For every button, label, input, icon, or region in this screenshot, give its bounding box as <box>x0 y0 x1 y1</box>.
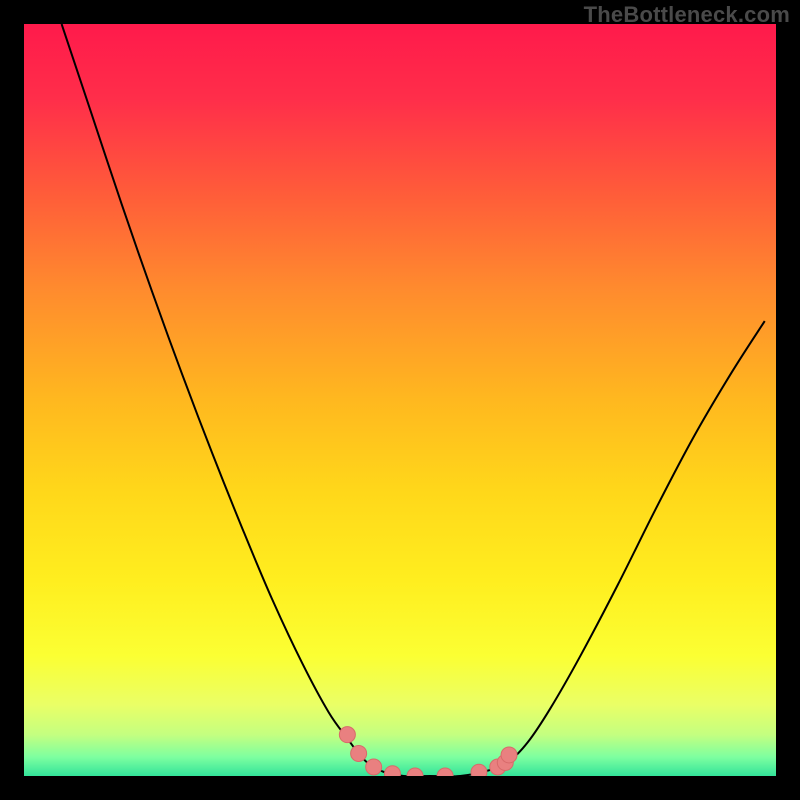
plot-area <box>24 24 776 776</box>
chart-svg <box>24 24 776 776</box>
highlight-marker <box>366 759 382 775</box>
highlight-marker <box>339 727 355 743</box>
highlight-marker <box>351 745 367 761</box>
highlight-marker <box>501 747 517 763</box>
chart-frame: TheBottleneck.com <box>0 0 800 800</box>
highlight-marker <box>471 764 487 776</box>
gradient-background <box>24 24 776 776</box>
